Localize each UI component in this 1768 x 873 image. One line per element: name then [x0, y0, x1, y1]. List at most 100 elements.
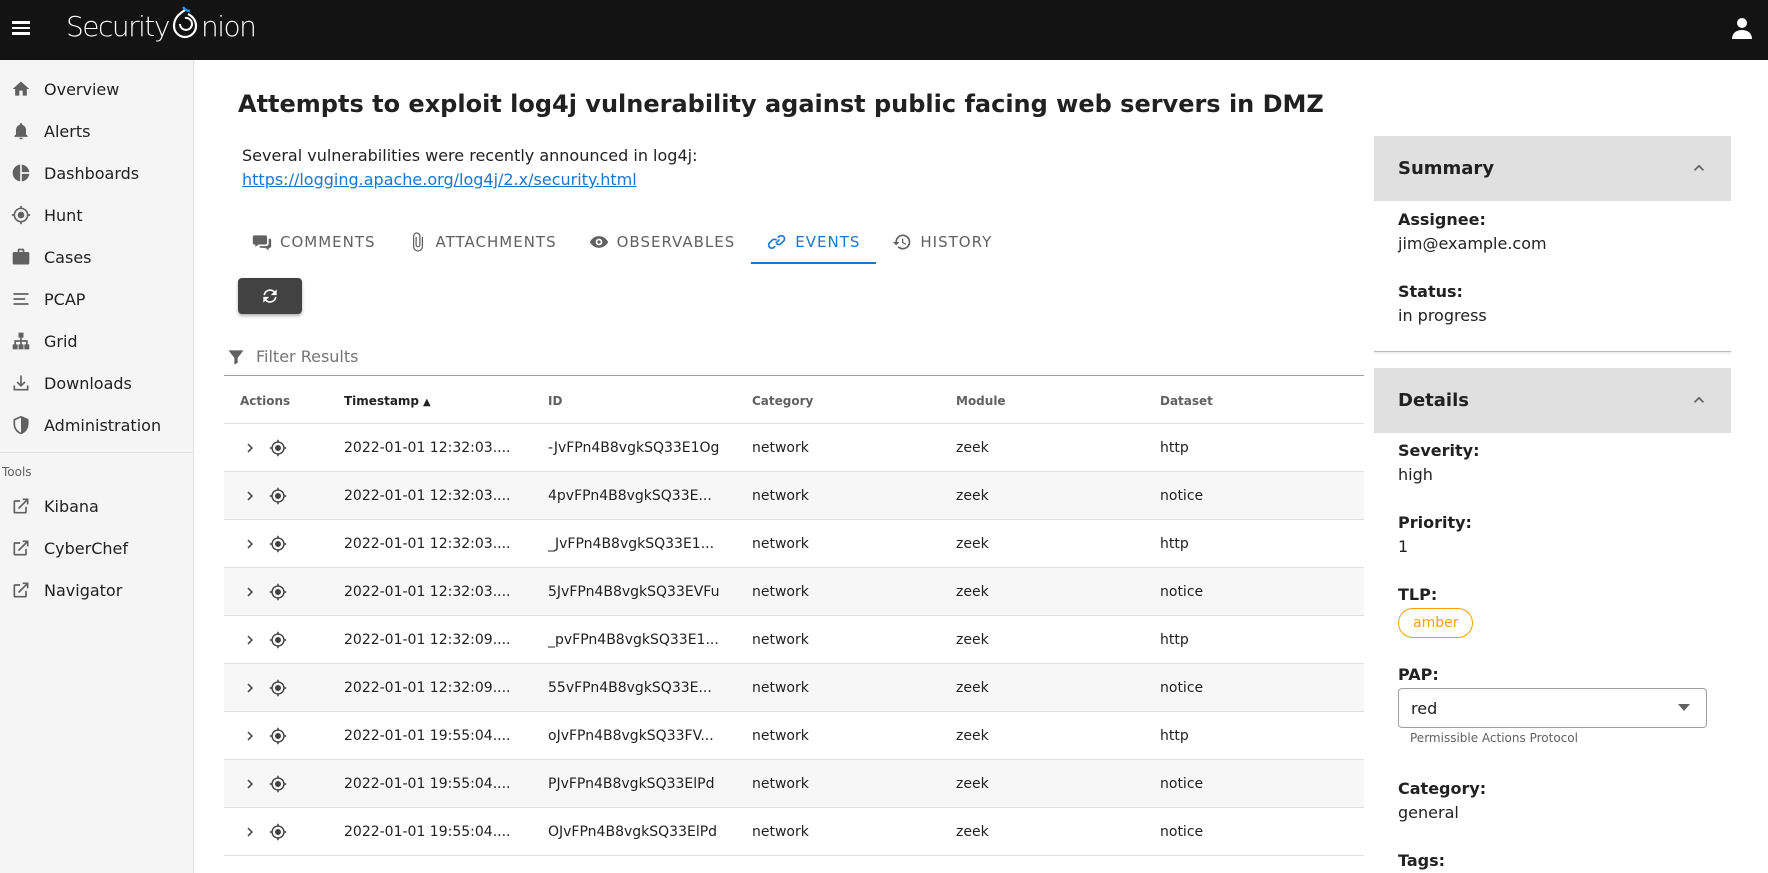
sidebar-item-label: Grid [44, 331, 78, 351]
hamburger-menu-icon[interactable] [12, 18, 32, 40]
sidebar-item-cases[interactable]: Cases [0, 236, 193, 278]
crosshairs-icon[interactable] [268, 486, 288, 506]
cell-dataset: notice [1160, 583, 1204, 600]
assignee-value: jim@example.com [1398, 234, 1547, 253]
column-header-timestamp[interactable]: Timestamp ▲ [344, 394, 548, 408]
sidebar-item-navigator[interactable]: Navigator [0, 569, 193, 611]
cell-timestamp: 2022-01-01 19:55:04.... [344, 775, 511, 792]
sidebar-item-grid[interactable]: Grid [0, 320, 193, 362]
chevron-right-icon[interactable] [240, 678, 260, 698]
severity-value: high [1398, 465, 1433, 484]
column-header-id[interactable]: ID [548, 394, 752, 408]
user-account-icon[interactable] [1730, 16, 1754, 42]
cell-dataset: notice [1160, 823, 1204, 840]
pap-label: PAP: [1398, 665, 1439, 684]
chevron-right-icon[interactable] [240, 630, 260, 650]
refresh-button[interactable] [238, 278, 302, 314]
tab-label: EVENTS [795, 233, 861, 251]
chevron-right-icon[interactable] [240, 486, 260, 506]
tab-label: HISTORY [920, 233, 993, 251]
case-description-link[interactable]: https://logging.apache.org/log4j/2.x/sec… [242, 170, 637, 189]
crosshairs-icon[interactable] [268, 534, 288, 554]
sidebar-item-overview[interactable]: Overview [0, 68, 193, 110]
crosshairs-icon[interactable] [268, 726, 288, 746]
summary-panel-header[interactable]: Summary [1374, 136, 1731, 201]
column-header-category[interactable]: Category [752, 394, 956, 408]
top-app-bar: Security nion [0, 0, 1768, 60]
tab-comments[interactable]: COMMENTS [236, 220, 392, 264]
cell-category: network [752, 583, 809, 600]
row-actions [224, 486, 344, 506]
sidebar-item-label: Kibana [44, 496, 99, 516]
sidebar-item-downloads[interactable]: Downloads [0, 362, 193, 404]
sidebar-item-label: PCAP [44, 289, 86, 309]
chevron-right-icon[interactable] [240, 726, 260, 746]
chevron-right-icon[interactable] [240, 822, 260, 842]
dropdown-arrow-icon [1678, 704, 1690, 711]
tlp-chip: amber [1398, 608, 1474, 638]
table-row[interactable]: 2022-01-01 19:55:04.... oJvFPn4B8vgkSQ33F… [224, 712, 1364, 760]
cell-timestamp: 2022-01-01 19:55:04.... [344, 727, 511, 744]
chevron-right-icon[interactable] [240, 582, 260, 602]
table-row[interactable]: 2022-01-01 12:32:03.... 5JvFPn4B8vgkSQ33E… [224, 568, 1364, 616]
sidebar-item-kibana[interactable]: Kibana [0, 485, 193, 527]
tab-attachments[interactable]: ATTACHMENTS [392, 220, 573, 264]
chevron-right-icon[interactable] [240, 438, 260, 458]
crosshairs-icon[interactable] [268, 438, 288, 458]
chevron-right-icon[interactable] [240, 534, 260, 554]
table-row[interactable]: 2022-01-01 12:32:03.... 4pvFPn4B8vgkSQ33E… [224, 472, 1364, 520]
priority-value: 1 [1398, 537, 1409, 556]
category-value: general [1398, 803, 1459, 822]
cell-timestamp: 2022-01-01 12:32:09.... [344, 679, 511, 696]
cell-dataset: http [1160, 535, 1189, 552]
pie-chart-icon [10, 162, 32, 184]
tab-history[interactable]: HISTORY [876, 220, 1008, 264]
security-onion-logo[interactable]: Security nion [66, 5, 257, 43]
column-header-actions: Actions [240, 393, 291, 408]
column-header-dataset[interactable]: Dataset [1160, 394, 1364, 408]
sidebar-nav: Overview Alerts Dashboards Hunt Cases PC… [0, 60, 194, 873]
sidebar-item-cyberchef[interactable]: CyberChef [0, 527, 193, 569]
cell-category: network [752, 775, 809, 792]
sidebar-item-hunt[interactable]: Hunt [0, 194, 193, 236]
crosshairs-icon[interactable] [268, 774, 288, 794]
chevron-right-icon[interactable] [240, 774, 260, 794]
cell-id: 5JvFPn4B8vgkSQ33EVFu [548, 583, 720, 600]
sidebar-item-pcap[interactable]: PCAP [0, 278, 193, 320]
tools-section-label: Tools [2, 465, 32, 479]
crosshairs-icon[interactable] [268, 630, 288, 650]
download-icon [10, 372, 32, 394]
crosshairs-icon[interactable] [268, 822, 288, 842]
table-row[interactable]: 2022-01-01 19:55:04.... OJvFPn4B8vgkSQ33E… [224, 808, 1364, 856]
pap-select[interactable]: red [1398, 688, 1707, 728]
table-row[interactable]: 2022-01-01 12:32:09.... _pvFPn4B8vgkSQ33E… [224, 616, 1364, 664]
sidebar-item-administration[interactable]: Administration [0, 404, 193, 446]
table-row[interactable]: 2022-01-01 12:32:03.... -JvFPn4B8vgkSQ33E… [224, 424, 1364, 472]
row-actions [224, 630, 344, 650]
filter-results-field [224, 338, 1364, 376]
cell-id: 4pvFPn4B8vgkSQ33E... [548, 487, 712, 504]
sidebar-item-dashboards[interactable]: Dashboards [0, 152, 193, 194]
cell-module: zeek [956, 679, 989, 696]
external-link-icon [10, 495, 32, 517]
table-row[interactable]: 2022-01-01 19:55:04.... PJvFPn4B8vgkSQ33E… [224, 760, 1364, 808]
tab-observables[interactable]: OBSERVABLES [573, 220, 752, 264]
summary-divider [1374, 351, 1731, 352]
sidebar-item-alerts[interactable]: Alerts [0, 110, 193, 152]
details-panel-header[interactable]: Details [1374, 368, 1731, 433]
tab-label: OBSERVABLES [616, 233, 736, 251]
column-header-module[interactable]: Module [956, 394, 1160, 408]
table-row[interactable]: 2022-01-01 12:32:03.... _JvFPn4B8vgkSQ33E… [224, 520, 1364, 568]
table-row[interactable]: 2022-01-01 12:32:09.... 55vFPn4B8vgkSQ33E… [224, 664, 1364, 712]
case-description-text: Several vulnerabilities were recently an… [242, 146, 698, 165]
crosshairs-icon[interactable] [268, 582, 288, 602]
crosshairs-icon[interactable] [268, 678, 288, 698]
cell-module: zeek [956, 775, 989, 792]
filter-results-input[interactable] [256, 347, 1256, 366]
case-details-panel: Summary Assignee: jim@example.com Status… [1374, 60, 1768, 873]
tab-events[interactable]: EVENTS [751, 220, 877, 264]
row-actions [224, 822, 344, 842]
lines-icon [10, 288, 32, 310]
summary-title: Summary [1398, 158, 1495, 179]
row-actions [224, 678, 344, 698]
